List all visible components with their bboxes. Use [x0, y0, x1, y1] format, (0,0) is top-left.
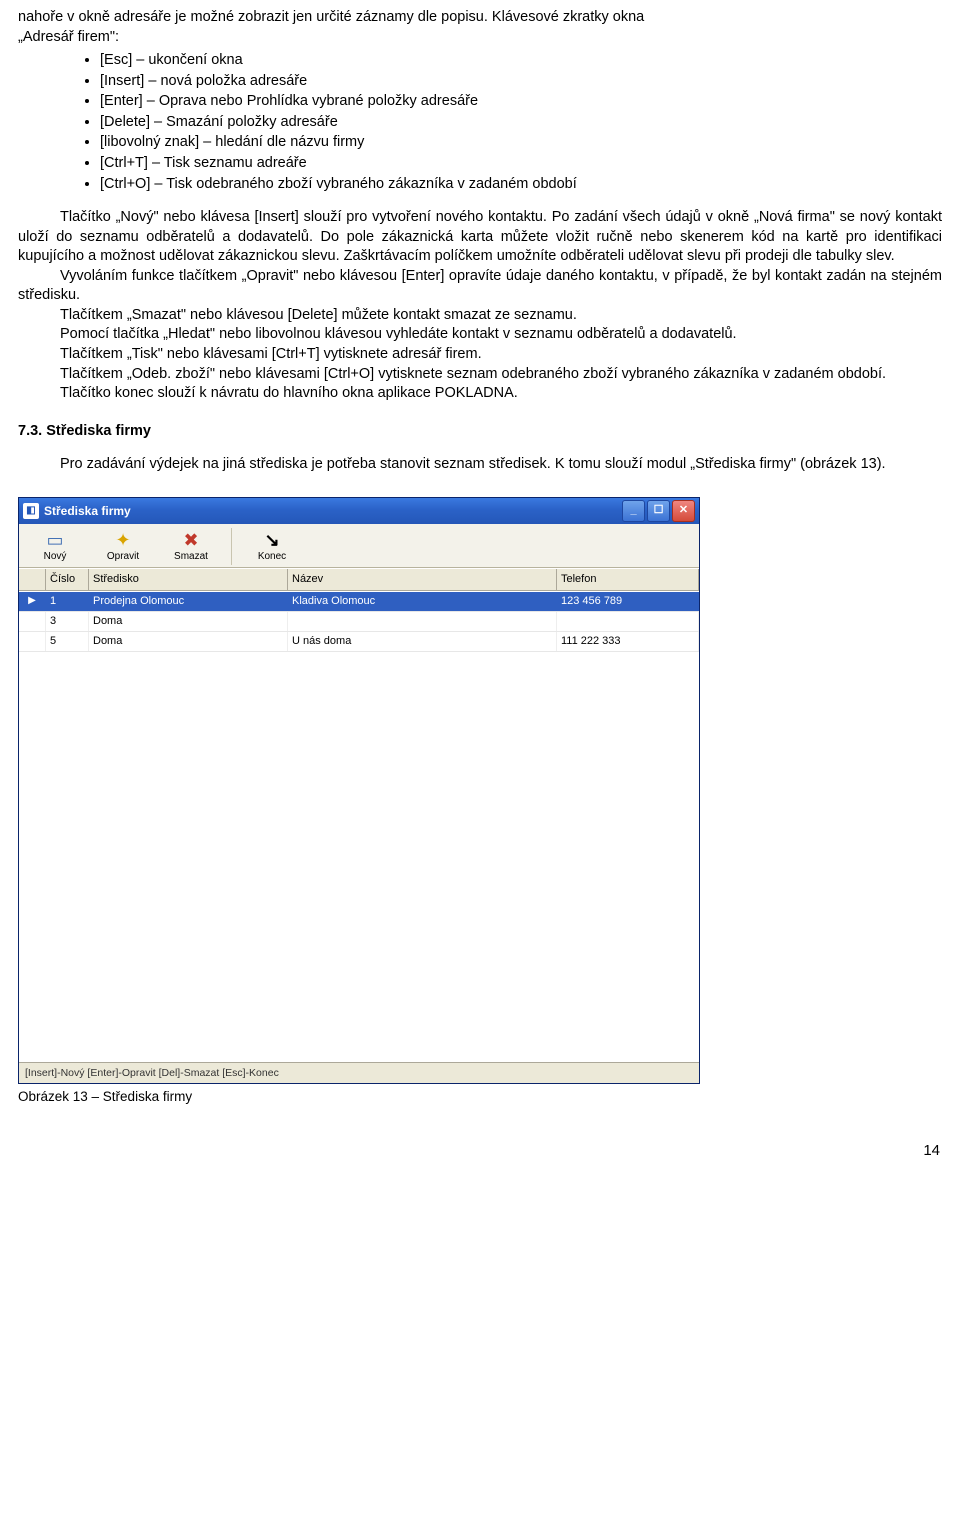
grid-body[interactable]: ▶ 1 Prodejna Olomouc Kladiva Olomouc 123… — [19, 591, 699, 1062]
paragraph-block-1: Tlačítko „Nový" nebo klávesa [Insert] sl… — [18, 208, 942, 267]
paragraph-block-3: Tlačítkem „Smazat" nebo klávesou [Delete… — [18, 306, 942, 326]
header-nazev[interactable]: Název — [288, 569, 557, 590]
new-icon: ▭ — [25, 530, 85, 550]
table-row[interactable]: ▶ 1 Prodejna Olomouc Kladiva Olomouc 123… — [19, 592, 699, 612]
titlebar[interactable]: ◧ Střediska firmy _ ☐ ✕ — [19, 498, 699, 524]
list-item: [Delete] – Smazání položky adresáře — [100, 113, 942, 133]
header-stredisko[interactable]: Středisko — [89, 569, 288, 590]
cell-nazev: Kladiva Olomouc — [288, 592, 557, 611]
list-item: [Esc] – ukončení okna — [100, 51, 942, 71]
app-icon: ◧ — [23, 503, 39, 519]
paragraph-block-4: Pomocí tlačítka „Hledat" nebo libovolnou… — [18, 325, 942, 345]
row-marker-icon — [19, 632, 46, 651]
list-item: [libovolný znak] – hledání dle názvu fir… — [100, 133, 942, 153]
cell-telefon: 123 456 789 — [557, 592, 699, 611]
section-heading: 7.3. Střediska firmy — [18, 422, 942, 442]
exit-icon: ↘ — [242, 530, 302, 550]
row-marker-icon: ▶ — [19, 592, 46, 611]
statusbar: [Insert]-Nový [Enter]-Opravit [Del]-Smaz… — [19, 1062, 699, 1083]
shortcut-list: [Esc] – ukončení okna [Insert] – nová po… — [18, 51, 942, 194]
paragraph-block-7: Tlačítko konec slouží k návratu do hlavn… — [18, 384, 942, 404]
close-button[interactable]: ✕ — [672, 500, 695, 522]
cell-cislo: 5 — [46, 632, 89, 651]
list-item: [Insert] – nová položka adresáře — [100, 72, 942, 92]
row-marker-icon — [19, 612, 46, 631]
table-row[interactable]: 3 Doma — [19, 612, 699, 632]
intro-line-2: „Adresář firem": — [18, 28, 942, 48]
toolbar: ▭ Nový ✦ Opravit ✖ Smazat ↘ Konec — [19, 524, 699, 569]
list-item: [Enter] – Oprava nebo Prohlídka vybrané … — [100, 92, 942, 112]
cell-nazev: U nás doma — [288, 632, 557, 651]
minimize-button[interactable]: _ — [622, 500, 645, 522]
novy-button[interactable]: ▭ Nový — [21, 528, 89, 566]
maximize-button[interactable]: ☐ — [647, 500, 670, 522]
grid-header: Číslo Středisko Název Telefon — [19, 568, 699, 591]
header-cislo[interactable]: Číslo — [46, 569, 89, 590]
header-telefon[interactable]: Telefon — [557, 569, 699, 590]
cell-cislo: 1 — [46, 592, 89, 611]
toolbar-label: Konec — [258, 551, 286, 562]
smazat-button[interactable]: ✖ Smazat — [157, 528, 232, 566]
intro-line-1: nahoře v okně adresáře je možné zobrazit… — [18, 8, 942, 28]
delete-icon: ✖ — [161, 530, 221, 550]
cell-nazev — [288, 612, 557, 631]
section-text: Pro zadávání výdejek na jiná střediska j… — [18, 455, 942, 475]
cell-telefon: 111 222 333 — [557, 632, 699, 651]
cell-stredisko: Doma — [89, 632, 288, 651]
page-number: 14 — [18, 1141, 942, 1161]
konec-button[interactable]: ↘ Konec — [238, 528, 306, 566]
cell-stredisko: Prodejna Olomouc — [89, 592, 288, 611]
strediska-window: ◧ Střediska firmy _ ☐ ✕ ▭ Nový ✦ Opravit… — [18, 497, 700, 1085]
paragraph-block-6: Tlačítkem „Odeb. zboží" nebo klávesami [… — [18, 365, 942, 385]
list-item: [Ctrl+O] – Tisk odebraného zboží vybrané… — [100, 175, 942, 195]
window-title: Střediska firmy — [44, 503, 622, 519]
paragraph-block-2: Vyvoláním funkce tlačítkem „Opravit" neb… — [18, 267, 942, 306]
cell-stredisko: Doma — [89, 612, 288, 631]
opravit-button[interactable]: ✦ Opravit — [89, 528, 157, 566]
toolbar-label: Nový — [44, 551, 67, 562]
paragraph-block-5: Tlačítkem „Tisk" nebo klávesami [Ctrl+T]… — [18, 345, 942, 365]
header-marker[interactable] — [19, 569, 46, 590]
table-row[interactable]: 5 Doma U nás doma 111 222 333 — [19, 632, 699, 652]
edit-icon: ✦ — [93, 530, 153, 550]
toolbar-label: Smazat — [174, 551, 208, 562]
figure-caption: Obrázek 13 – Střediska firmy — [18, 1088, 942, 1106]
cell-telefon — [557, 612, 699, 631]
list-item: [Ctrl+T] – Tisk seznamu adreáře — [100, 154, 942, 174]
toolbar-label: Opravit — [107, 551, 139, 562]
cell-cislo: 3 — [46, 612, 89, 631]
